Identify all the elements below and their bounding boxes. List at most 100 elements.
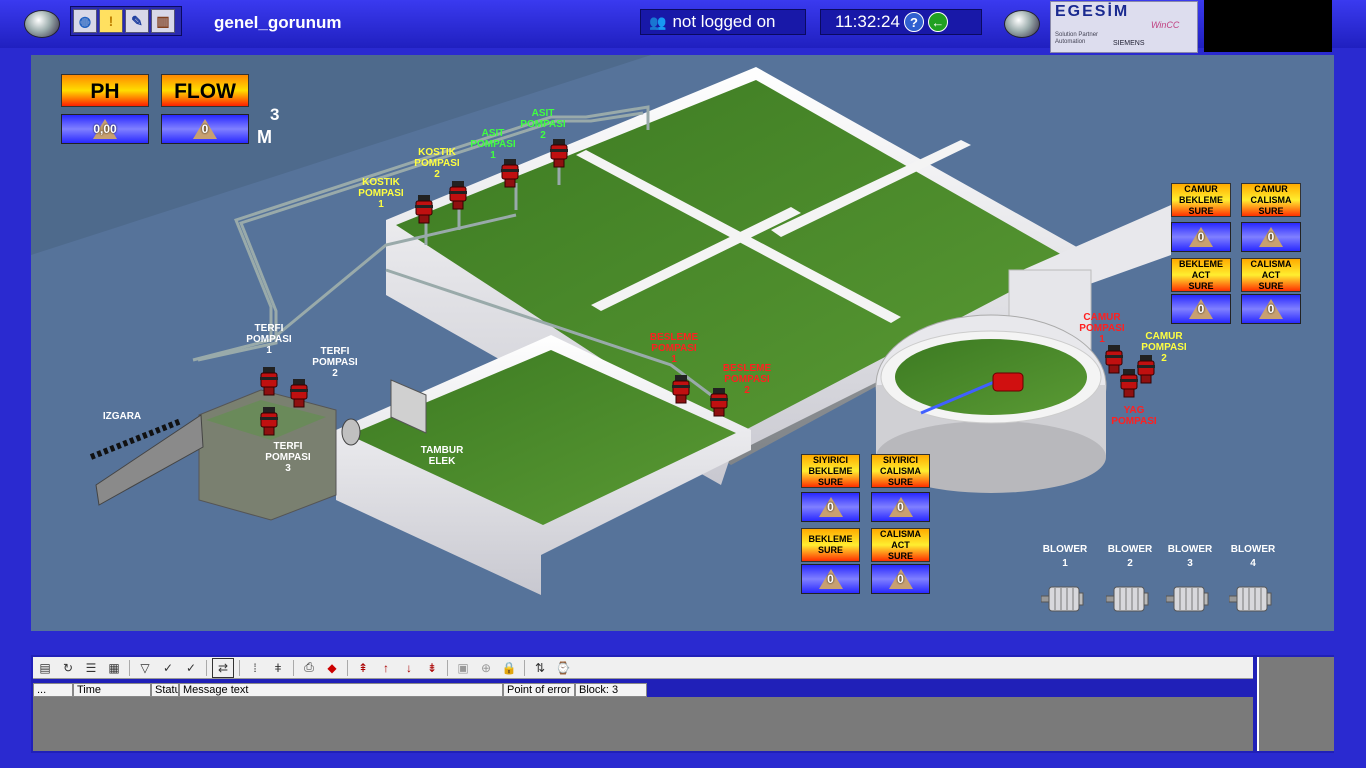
flow-title: FLOW (161, 74, 249, 107)
horn-icon[interactable]: ◆ (322, 659, 342, 677)
tambur-elek-label: TAMBUR ELEK (420, 445, 464, 467)
blower-1-label: BLOWER 1 (1042, 544, 1088, 569)
terfi-pompasi-1-label: TERFI POMPASI 1 (246, 323, 292, 356)
yag-pompasi-label: YAG POMPASI (1111, 405, 1157, 427)
bekleme-sure-title: BEKLEME SURE (801, 528, 860, 562)
alarm-column-headers: ... Time Statu Message text Point of err… (33, 683, 647, 697)
clock-panel: 11:32:24 ? ← (820, 9, 982, 35)
filter-icon[interactable]: ▽ (135, 659, 155, 677)
last-message-icon[interactable]: ⇟ (422, 659, 442, 677)
selection-icon[interactable]: ⁞ (245, 659, 265, 677)
help-icon[interactable]: ? (903, 12, 924, 32)
right-orb-icon[interactable] (1004, 10, 1040, 38)
acknowledge-icon[interactable]: ✓ (158, 659, 178, 677)
besleme-pump-1[interactable] (672, 375, 690, 405)
camur-pompasi-2-label: CAMUR POMPASI 2 (1141, 331, 1187, 364)
column-header[interactable]: ... (33, 683, 73, 697)
alarm-toolbar: ▤ ↻ ☰ ▦ ▽ ✓ ✓ ⇄ ⁞ ǂ ⎙ ◆ ⇞ ↑ ↓ ⇟ ▣ ⊕ 🔒 ⇅ … (33, 657, 1253, 679)
list-icon[interactable]: ☰ (81, 659, 101, 677)
back-arrow-icon[interactable]: ← (927, 12, 948, 32)
sort-icon[interactable]: ⇅ (530, 659, 550, 677)
izgara-label: IZGARA (102, 411, 142, 422)
left-orb-icon[interactable] (24, 10, 60, 38)
blower-3-motor-icon[interactable] (1165, 583, 1210, 615)
blower-1-motor-icon[interactable] (1040, 583, 1085, 615)
message-list-icon[interactable]: ▤ (35, 659, 55, 677)
acknowledge-all-icon[interactable]: ✓ (181, 659, 201, 677)
siyirici-bekleme-value[interactable]: 0 (801, 492, 860, 522)
toolbar-separator (524, 659, 525, 676)
info-text-icon[interactable]: ǂ (268, 659, 288, 677)
column-header[interactable]: Message text (179, 683, 503, 697)
clock-text: 11:32:24 (835, 12, 900, 31)
terfi-pump-1[interactable] (260, 367, 278, 397)
warning-icon[interactable]: ! (99, 9, 123, 33)
camur-calisma-value-text: 0 (1267, 230, 1275, 244)
column-header[interactable]: Time (73, 683, 151, 697)
quick-toolbar: ◍ ! ✎ ▥ (70, 6, 182, 36)
refresh-icon[interactable]: ↻ (58, 659, 78, 677)
user-status-text: not logged on (672, 12, 776, 31)
blower-2-label: BLOWER 2 (1107, 544, 1153, 569)
globe-icon[interactable]: ◍ (73, 9, 97, 33)
column-header[interactable]: Statu (151, 683, 179, 697)
previous-message-icon[interactable]: ↑ (376, 659, 396, 677)
yag-pump[interactable] (1120, 369, 1138, 399)
camur-bekleme-value[interactable]: 0 (1171, 222, 1231, 252)
siyirici-calisma-title: SIYIRICI CALISMA SURE (871, 454, 930, 488)
blower-4-motor-icon[interactable] (1228, 583, 1273, 615)
toolbar-separator (239, 659, 240, 676)
bekleme-sure-value[interactable]: 0 (801, 564, 860, 594)
edit-icon[interactable]: ✎ (125, 9, 149, 33)
column-header[interactable]: Block: 3 (575, 683, 647, 697)
besleme-pompasi-1-label: BESLEME POMPASI 1 (649, 332, 699, 365)
archive-icon[interactable]: ▥ (151, 9, 175, 33)
next-message-icon[interactable]: ↓ (399, 659, 419, 677)
report-icon[interactable]: ▦ (104, 659, 124, 677)
column-header[interactable]: Point of error (503, 683, 575, 697)
bekleme-sure-value-text: 0 (827, 572, 834, 586)
kostik-pump-1[interactable] (415, 195, 433, 225)
terfi-pump-3[interactable] (260, 407, 278, 437)
siyirici-bekleme-title: SIYIRICI BEKLEME SURE (801, 454, 860, 488)
terfi-pompasi-3-label: TERFI POMPASI 3 (265, 441, 311, 474)
calisma-act-title: CALISMA ACT SURE (1241, 258, 1301, 292)
time-base-icon[interactable]: ⌚ (553, 659, 573, 677)
screen-title: genel_gorunum (214, 13, 342, 32)
calisma-act-2-title: CALISMA ACT SURE (871, 528, 930, 562)
camur-calisma-value[interactable]: 0 (1241, 222, 1301, 252)
asit-pump-2[interactable] (550, 139, 568, 169)
logo-wincc: WinCC (1151, 20, 1180, 30)
padlock-icon[interactable]: 🔒 (499, 659, 519, 677)
alarm-side-panel (1257, 657, 1334, 751)
flow-unit-superscript: 3 (270, 105, 280, 124)
alarm-message-list[interactable] (33, 697, 1253, 751)
logo-siemens: SIEMENS (1113, 40, 1145, 47)
kostik-pump-2[interactable] (449, 181, 467, 211)
asit-pompasi-2-label: ASIT POMPASI 2 (520, 108, 566, 141)
blower-2-motor-icon[interactable] (1105, 583, 1150, 615)
kostik-pompasi-1-label: KOSTIK POMPASI 1 (358, 177, 404, 210)
logo-subtitle: Solution Partner Automation (1055, 32, 1099, 45)
first-message-icon[interactable]: ⇞ (353, 659, 373, 677)
blower-3-label: BLOWER 3 (1167, 544, 1213, 569)
top-bar: ◍ ! ✎ ▥ genel_gorunum 👥 not logged on 11… (0, 0, 1366, 53)
print-icon[interactable]: ⎙ (299, 659, 319, 677)
emergency-ack-icon[interactable]: ▣ (453, 659, 473, 677)
calisma-act-value-text: 0 (1267, 302, 1275, 316)
camur-calisma-title: CAMUR CALISMA SURE (1241, 183, 1301, 217)
calisma-act-2-value[interactable]: 0 (871, 564, 930, 594)
asit-pump-1[interactable] (501, 159, 519, 189)
siyirici-calisma-value[interactable]: 0 (871, 492, 930, 522)
lock-icon[interactable]: ⊕ (476, 659, 496, 677)
flow-value-text: 0 (201, 122, 209, 136)
terfi-pump-2[interactable] (290, 379, 308, 409)
loop-in-alarm-icon[interactable]: ⇄ (212, 657, 234, 678)
calisma-act-value[interactable]: 0 (1241, 294, 1301, 324)
siyirici-bekleme-value-text: 0 (827, 500, 834, 514)
flow-value[interactable]: 0 (161, 114, 249, 144)
ph-value[interactable]: 0,00 (61, 114, 149, 144)
bekleme-act-value[interactable]: 0 (1171, 294, 1231, 324)
login-status[interactable]: 👥 not logged on (640, 9, 806, 35)
drum-end (341, 418, 361, 446)
